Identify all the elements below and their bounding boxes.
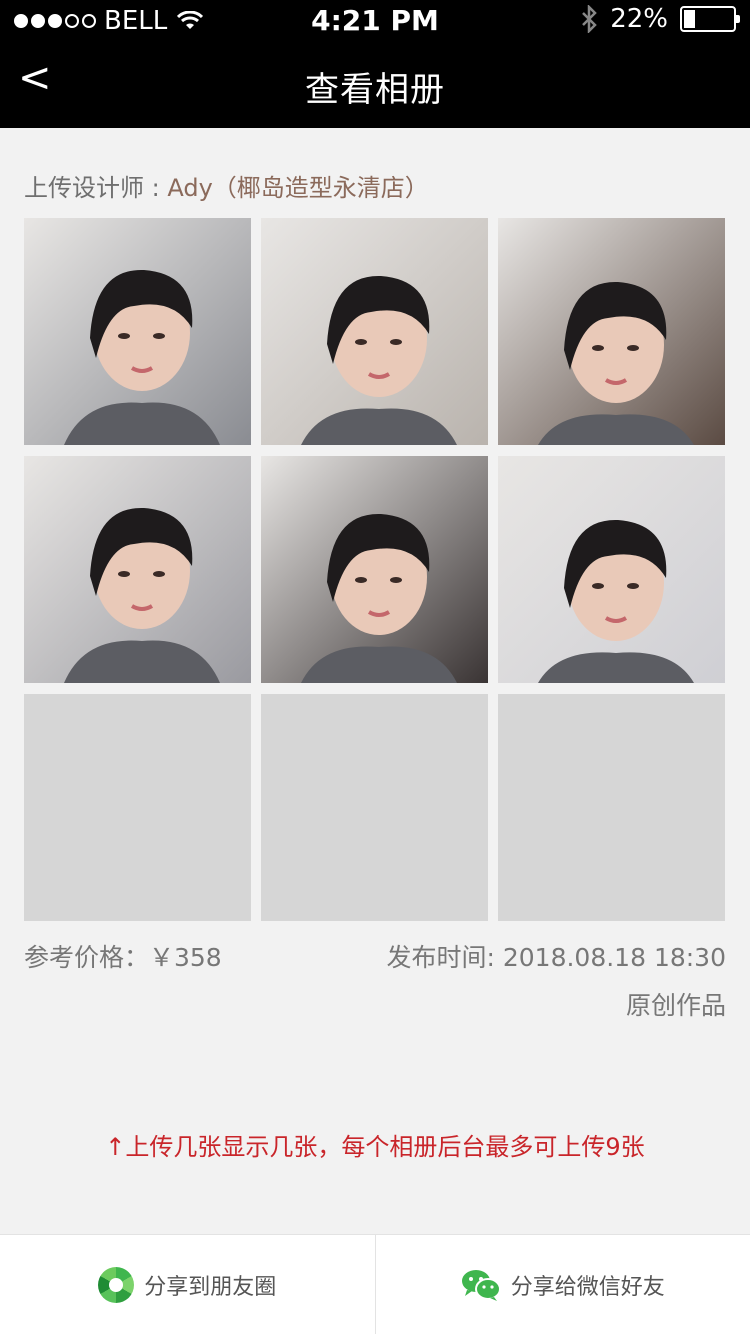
share-friends-button[interactable]: 分享给微信好友	[374, 1235, 750, 1334]
designer-name[interactable]: Ady（椰岛造型永清店）	[167, 174, 428, 202]
wechat-icon	[461, 1269, 501, 1301]
photo-thumbnail[interactable]	[24, 218, 251, 445]
share-friends-label: 分享给微信好友	[510, 1274, 665, 1300]
photo-thumbnail[interactable]	[24, 456, 251, 683]
photo-thumbnail[interactable]	[261, 218, 488, 445]
page-title: 查看相册	[305, 70, 445, 110]
photo-placeholder[interactable]	[24, 694, 251, 921]
original-work-label: 原创作品	[625, 991, 726, 1020]
battery-area: 22%	[580, 4, 740, 34]
share-moments-label: 分享到朋友圈	[144, 1274, 277, 1300]
publish-time: 发布时间: 2018.08.18 18:30	[386, 943, 726, 972]
photo-placeholder[interactable]	[261, 694, 488, 921]
photo-thumbnail[interactable]	[498, 456, 725, 683]
battery-percent: 22%	[610, 4, 668, 34]
designer-prefix: 上传设计师 :	[24, 174, 168, 202]
share-bar: 分享到朋友圈 分享给微信好友	[0, 1234, 750, 1334]
bluetooth-icon	[582, 5, 597, 33]
photo-placeholder[interactable]	[498, 694, 725, 921]
reference-price: 参考价格：￥358	[24, 943, 222, 972]
battery-icon	[680, 6, 740, 32]
designer-line: 上传设计师 : Ady（椰岛造型永清店）	[24, 168, 429, 203]
nav-bar: < 查看相册	[0, 40, 750, 128]
moments-icon	[98, 1266, 135, 1303]
photo-grid	[24, 218, 726, 921]
photo-thumbnail[interactable]	[261, 456, 488, 683]
status-bar: BELL 4:21 PM 22%	[0, 0, 750, 40]
share-moments-button[interactable]: 分享到朋友圈	[0, 1235, 375, 1334]
upload-note: ↑上传几张显示几张，每个相册后台最多可上传9张	[105, 1133, 645, 1161]
photo-thumbnail[interactable]	[498, 218, 725, 445]
